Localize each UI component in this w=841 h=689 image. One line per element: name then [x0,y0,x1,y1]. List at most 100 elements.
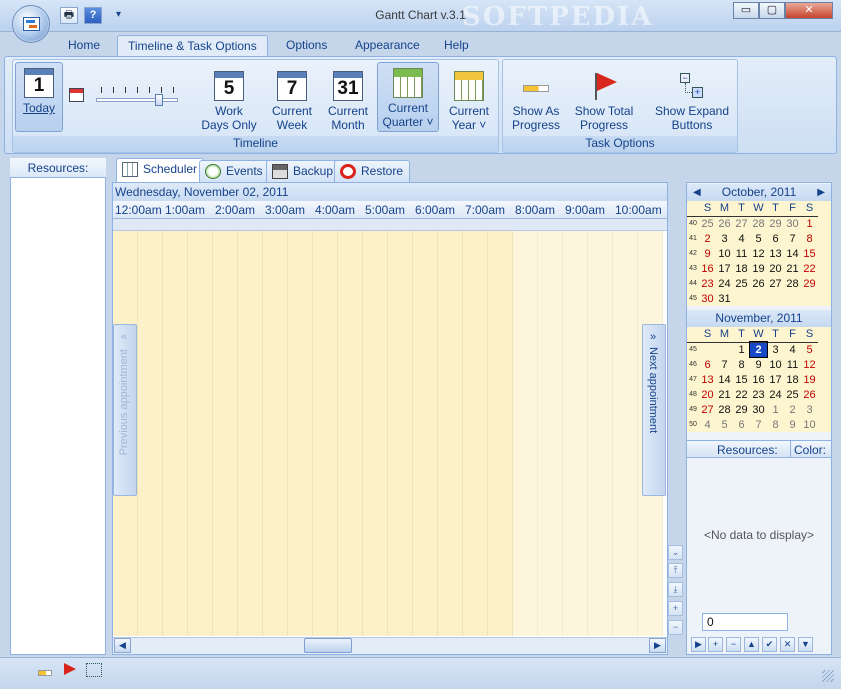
color-column-header[interactable]: Color: [794,443,826,457]
calendar-day[interactable]: 24 [767,387,784,402]
help-icon[interactable]: ? [84,7,102,24]
calendar-day[interactable] [767,291,784,306]
calendar-day[interactable]: 29 [733,402,750,417]
close-button[interactable]: ✕ [785,2,833,19]
nav-cancel-icon[interactable]: ✕ [780,637,795,652]
current-week-button[interactable]: 7 Current Week [264,66,320,132]
calendar-day[interactable]: 9 [784,417,801,432]
calendar-day[interactable]: 15 [801,246,818,261]
calendar-day[interactable]: 14 [784,246,801,261]
calendar-day[interactable]: 15 [733,372,750,387]
calendar-day[interactable]: 21 [784,261,801,276]
calendar-day[interactable]: 2 [749,341,768,358]
calendar-day[interactable]: 2 [784,402,801,417]
minimize-button[interactable]: ▭ [733,2,759,19]
calendar-day[interactable]: 5 [750,231,767,246]
calendar-day[interactable]: 27 [767,276,784,291]
calendar-day[interactable]: 16 [750,372,767,387]
calendar-day[interactable]: 7 [716,357,733,372]
application-menu-button[interactable] [12,5,50,43]
calendar-day[interactable]: 22 [801,261,818,276]
calendar-day[interactable]: 22 [733,387,750,402]
customize-quick-access-icon[interactable]: ▾ [116,9,121,20]
today-button[interactable]: 1 Today [15,62,63,132]
calendar-day[interactable]: 25 [699,216,716,231]
calendar-day[interactable]: 8 [767,417,784,432]
show-expand-buttons-button[interactable]: − + Show Expand Buttons [652,66,732,132]
tab-restore[interactable]: Restore [334,160,411,182]
zoom-slider-track[interactable] [96,98,178,102]
nav-delete-icon[interactable]: − [726,637,741,652]
nav-next-icon[interactable]: ▶ [691,637,706,652]
calendar-day[interactable]: 10 [801,417,818,432]
calendar-day[interactable]: 11 [733,246,750,261]
calendar-day[interactable]: 26 [801,387,818,402]
scroll-right-icon[interactable]: ▶ [649,638,666,653]
current-year-button[interactable]: Current Year ˅ [442,66,496,132]
calendar-day[interactable]: 28 [750,216,767,231]
tab-home[interactable]: Home [58,35,110,57]
calendar-day[interactable] [784,291,801,306]
current-month-button[interactable]: 31 Current Month [322,66,374,132]
calendar-day[interactable]: 9 [699,246,716,261]
scroll-left-icon[interactable]: ◀ [114,638,131,653]
nav-filter-icon[interactable]: ▼ [798,637,813,652]
calendar-day[interactable]: 3 [801,402,818,417]
maximize-button[interactable]: ▢ [759,2,785,19]
calendar-day[interactable]: 28 [784,276,801,291]
previous-appointment-button[interactable]: « Previous appointment [113,324,137,496]
tab-backup[interactable]: Backup [266,160,341,182]
calendar-day[interactable]: 30 [699,291,716,306]
nav-add-icon[interactable]: + [708,637,723,652]
calendar-day[interactable]: 28 [716,402,733,417]
calendar-day[interactable]: 24 [716,276,733,291]
next-month-icon[interactable]: ▶ [817,184,825,201]
calendar-day[interactable]: 4 [699,417,716,432]
work-days-only-button[interactable]: 5 Work Days Only [200,66,258,132]
calendar-day[interactable]: 26 [750,276,767,291]
resize-grip-icon[interactable] [822,670,834,682]
scroll-bottom-icon[interactable]: ⤓ [668,582,683,597]
zoom-slider-thumb[interactable] [154,94,163,106]
calendar-day[interactable]: 11 [784,357,801,372]
calendar-day[interactable]: 14 [716,372,733,387]
calendar-day[interactable]: 29 [767,216,784,231]
calendar-day[interactable]: 6 [699,357,716,372]
status-flag-icon[interactable] [64,663,76,675]
calendar-day[interactable]: 12 [801,357,818,372]
calendar-day[interactable]: 5 [801,342,818,357]
calendar-day[interactable]: 30 [750,402,767,417]
next-appointment-button[interactable]: » Next appointment [642,324,666,496]
calendar-day[interactable]: 8 [733,357,750,372]
calendar-day[interactable]: 18 [733,261,750,276]
tab-help[interactable]: Help [434,35,479,57]
calendar-day[interactable]: 1 [733,342,750,357]
nav-edit-icon[interactable]: ▲ [744,637,759,652]
nav-post-icon[interactable]: ✔ [762,637,777,652]
calendar-day[interactable]: 25 [784,387,801,402]
zoom-in-icon[interactable]: + [668,601,683,616]
status-expand-icon[interactable] [86,663,102,677]
calendar-day[interactable]: 21 [716,387,733,402]
calendar-day[interactable]: 1 [767,402,784,417]
calendar-day[interactable]: 18 [784,372,801,387]
calendar-day[interactable]: 9 [750,357,767,372]
calendar-day[interactable] [750,291,767,306]
calendar-day[interactable]: 4 [733,231,750,246]
calendar-day[interactable]: 13 [767,246,784,261]
tab-appearance[interactable]: Appearance [345,35,430,57]
calendar-day[interactable]: 1 [801,216,818,231]
tab-events[interactable]: Events [199,160,270,182]
calendar-day[interactable]: 25 [733,276,750,291]
show-as-progress-button[interactable]: Show As Progress [506,66,566,132]
previous-month-icon[interactable]: ◀ [693,184,701,201]
calendar-day[interactable] [801,291,818,306]
horizontal-scroll-thumb[interactable] [304,638,352,653]
calendar-day[interactable]: 23 [750,387,767,402]
resources-column-header[interactable]: Resources: [717,443,778,457]
calendar-day[interactable]: 6 [767,231,784,246]
print-icon[interactable]: 🖶 [60,7,78,24]
calendar-day[interactable]: 12 [750,246,767,261]
current-quarter-button[interactable]: Current Quarter ˅ [377,62,439,132]
tab-scheduler[interactable]: Scheduler [116,158,205,182]
